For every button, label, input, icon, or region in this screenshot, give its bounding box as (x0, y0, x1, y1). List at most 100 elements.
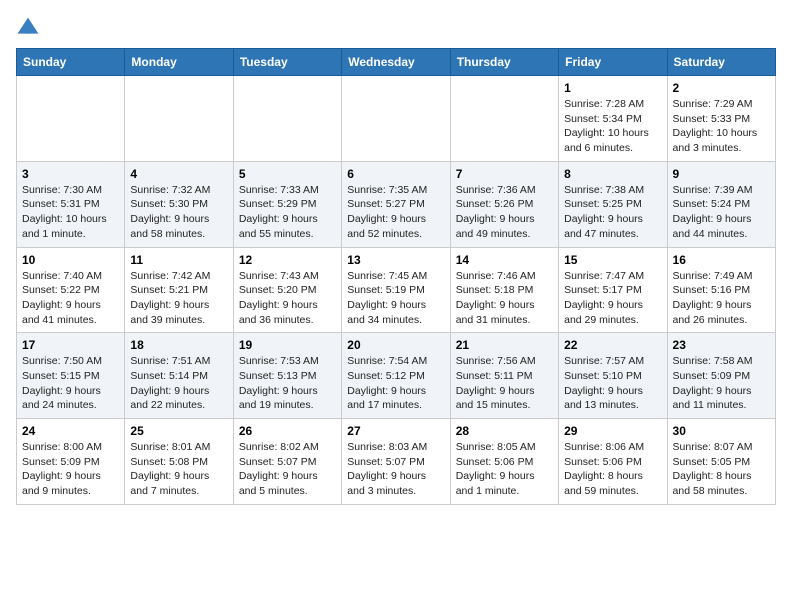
day-number: 30 (673, 424, 770, 438)
cell-text: Sunrise: 7:28 AM Sunset: 5:34 PM Dayligh… (564, 97, 661, 156)
cell-text: Sunrise: 7:38 AM Sunset: 5:25 PM Dayligh… (564, 183, 661, 242)
day-number: 10 (22, 253, 119, 267)
day-number: 5 (239, 167, 336, 181)
day-number: 7 (456, 167, 553, 181)
day-number: 14 (456, 253, 553, 267)
cell-text: Sunrise: 7:47 AM Sunset: 5:17 PM Dayligh… (564, 269, 661, 328)
day-number: 24 (22, 424, 119, 438)
calendar-cell: 24 Sunrise: 8:00 AM Sunset: 5:09 PM Dayli… (17, 419, 125, 505)
cell-text: Sunrise: 8:00 AM Sunset: 5:09 PM Dayligh… (22, 440, 119, 499)
cell-text: Sunrise: 7:36 AM Sunset: 5:26 PM Dayligh… (456, 183, 553, 242)
cell-text: Sunrise: 7:57 AM Sunset: 5:10 PM Dayligh… (564, 354, 661, 413)
calendar-cell: 11 Sunrise: 7:42 AM Sunset: 5:21 PM Dayli… (125, 247, 233, 333)
cell-text: Sunrise: 7:45 AM Sunset: 5:19 PM Dayligh… (347, 269, 444, 328)
calendar-cell (450, 76, 558, 162)
calendar-cell: 29Sunrise: 8:06 AM Sunset: 5:06 PM Dayli… (559, 419, 667, 505)
calendar-cell: 15 Sunrise: 7:47 AM Sunset: 5:17 PM Dayli… (559, 247, 667, 333)
week-row-5: 24 Sunrise: 8:00 AM Sunset: 5:09 PM Dayli… (17, 419, 776, 505)
cell-text: Sunrise: 7:46 AM Sunset: 5:18 PM Dayligh… (456, 269, 553, 328)
calendar-cell: 7 Sunrise: 7:36 AM Sunset: 5:26 PM Daylig… (450, 161, 558, 247)
day-number: 4 (130, 167, 227, 181)
calendar-cell: 22 Sunrise: 7:57 AM Sunset: 5:10 PM Dayli… (559, 333, 667, 419)
cell-text: Sunrise: 7:56 AM Sunset: 5:11 PM Dayligh… (456, 354, 553, 413)
calendar-cell: 17Sunrise: 7:50 AM Sunset: 5:15 PM Dayli… (17, 333, 125, 419)
cell-text: Sunrise: 7:32 AM Sunset: 5:30 PM Dayligh… (130, 183, 227, 242)
day-number: 6 (347, 167, 444, 181)
calendar-cell (125, 76, 233, 162)
day-number: 28 (456, 424, 553, 438)
calendar-cell: 8 Sunrise: 7:38 AM Sunset: 5:25 PM Daylig… (559, 161, 667, 247)
day-number: 19 (239, 338, 336, 352)
cell-text: Sunrise: 7:39 AM Sunset: 5:24 PM Dayligh… (673, 183, 770, 242)
cell-text: Sunrise: 7:40 AM Sunset: 5:22 PM Dayligh… (22, 269, 119, 328)
calendar-cell: 1 Sunrise: 7:28 AM Sunset: 5:34 PM Daylig… (559, 76, 667, 162)
calendar-table: SundayMondayTuesdayWednesdayThursdayFrid… (16, 48, 776, 505)
calendar-cell: 28 Sunrise: 8:05 AM Sunset: 5:06 PM Dayli… (450, 419, 558, 505)
calendar-cell: 18Sunrise: 7:51 AM Sunset: 5:14 PM Dayli… (125, 333, 233, 419)
column-header-monday: Monday (125, 49, 233, 76)
day-number: 13 (347, 253, 444, 267)
column-header-sunday: Sunday (17, 49, 125, 76)
cell-text: Sunrise: 7:49 AM Sunset: 5:16 PM Dayligh… (673, 269, 770, 328)
cell-text: Sunrise: 7:29 AM Sunset: 5:33 PM Dayligh… (673, 97, 770, 156)
day-number: 3 (22, 167, 119, 181)
week-row-3: 10 Sunrise: 7:40 AM Sunset: 5:22 PM Dayli… (17, 247, 776, 333)
calendar-cell: 3 Sunrise: 7:30 AM Sunset: 5:31 PM Daylig… (17, 161, 125, 247)
day-number: 2 (673, 81, 770, 95)
calendar-cell (17, 76, 125, 162)
calendar-cell: 26 Sunrise: 8:02 AM Sunset: 5:07 PM Dayli… (233, 419, 341, 505)
column-header-wednesday: Wednesday (342, 49, 450, 76)
calendar-cell: 20Sunrise: 7:54 AM Sunset: 5:12 PM Dayli… (342, 333, 450, 419)
cell-text: Sunrise: 7:50 AM Sunset: 5:15 PM Dayligh… (22, 354, 119, 413)
day-number: 22 (564, 338, 661, 352)
day-number: 12 (239, 253, 336, 267)
cell-text: Sunrise: 8:06 AM Sunset: 5:06 PM Dayligh… (564, 440, 661, 499)
cell-text: Sunrise: 7:58 AM Sunset: 5:09 PM Dayligh… (673, 354, 770, 413)
calendar-cell: 25Sunrise: 8:01 AM Sunset: 5:08 PM Dayli… (125, 419, 233, 505)
column-header-friday: Friday (559, 49, 667, 76)
day-number: 27 (347, 424, 444, 438)
calendar-cell: 12 Sunrise: 7:43 AM Sunset: 5:20 PM Dayli… (233, 247, 341, 333)
cell-text: Sunrise: 7:43 AM Sunset: 5:20 PM Dayligh… (239, 269, 336, 328)
day-number: 23 (673, 338, 770, 352)
calendar-cell: 5 Sunrise: 7:33 AM Sunset: 5:29 PM Daylig… (233, 161, 341, 247)
calendar-cell: 21 Sunrise: 7:56 AM Sunset: 5:11 PM Dayli… (450, 333, 558, 419)
day-number: 11 (130, 253, 227, 267)
day-number: 15 (564, 253, 661, 267)
calendar-cell (233, 76, 341, 162)
column-header-saturday: Saturday (667, 49, 775, 76)
day-number: 9 (673, 167, 770, 181)
cell-text: Sunrise: 7:33 AM Sunset: 5:29 PM Dayligh… (239, 183, 336, 242)
calendar-cell: 2 Sunrise: 7:29 AM Sunset: 5:33 PM Daylig… (667, 76, 775, 162)
cell-text: Sunrise: 7:42 AM Sunset: 5:21 PM Dayligh… (130, 269, 227, 328)
cell-text: Sunrise: 7:35 AM Sunset: 5:27 PM Dayligh… (347, 183, 444, 242)
cell-text: Sunrise: 8:05 AM Sunset: 5:06 PM Dayligh… (456, 440, 553, 499)
week-row-4: 17Sunrise: 7:50 AM Sunset: 5:15 PM Dayli… (17, 333, 776, 419)
cell-text: Sunrise: 8:02 AM Sunset: 5:07 PM Dayligh… (239, 440, 336, 499)
calendar-cell (342, 76, 450, 162)
week-row-1: 1 Sunrise: 7:28 AM Sunset: 5:34 PM Daylig… (17, 76, 776, 162)
cell-text: Sunrise: 8:07 AM Sunset: 5:05 PM Dayligh… (673, 440, 770, 499)
day-number: 20 (347, 338, 444, 352)
calendar-cell: 23 Sunrise: 7:58 AM Sunset: 5:09 PM Dayli… (667, 333, 775, 419)
cell-text: Sunrise: 7:30 AM Sunset: 5:31 PM Dayligh… (22, 183, 119, 242)
day-number: 1 (564, 81, 661, 95)
cell-text: Sunrise: 8:03 AM Sunset: 5:07 PM Dayligh… (347, 440, 444, 499)
calendar-cell: 6 Sunrise: 7:35 AM Sunset: 5:27 PM Daylig… (342, 161, 450, 247)
logo-icon (16, 16, 40, 40)
day-number: 25 (130, 424, 227, 438)
calendar-cell: 13 Sunrise: 7:45 AM Sunset: 5:19 PM Dayli… (342, 247, 450, 333)
header (16, 16, 776, 40)
week-row-2: 3 Sunrise: 7:30 AM Sunset: 5:31 PM Daylig… (17, 161, 776, 247)
day-number: 16 (673, 253, 770, 267)
logo (16, 16, 44, 40)
column-header-thursday: Thursday (450, 49, 558, 76)
day-number: 8 (564, 167, 661, 181)
calendar-cell: 30 Sunrise: 8:07 AM Sunset: 5:05 PM Dayli… (667, 419, 775, 505)
calendar-cell: 14 Sunrise: 7:46 AM Sunset: 5:18 PM Dayli… (450, 247, 558, 333)
cell-text: Sunrise: 7:51 AM Sunset: 5:14 PM Dayligh… (130, 354, 227, 413)
day-number: 26 (239, 424, 336, 438)
column-header-tuesday: Tuesday (233, 49, 341, 76)
calendar-cell: 19Sunrise: 7:53 AM Sunset: 5:13 PM Dayli… (233, 333, 341, 419)
day-number: 21 (456, 338, 553, 352)
